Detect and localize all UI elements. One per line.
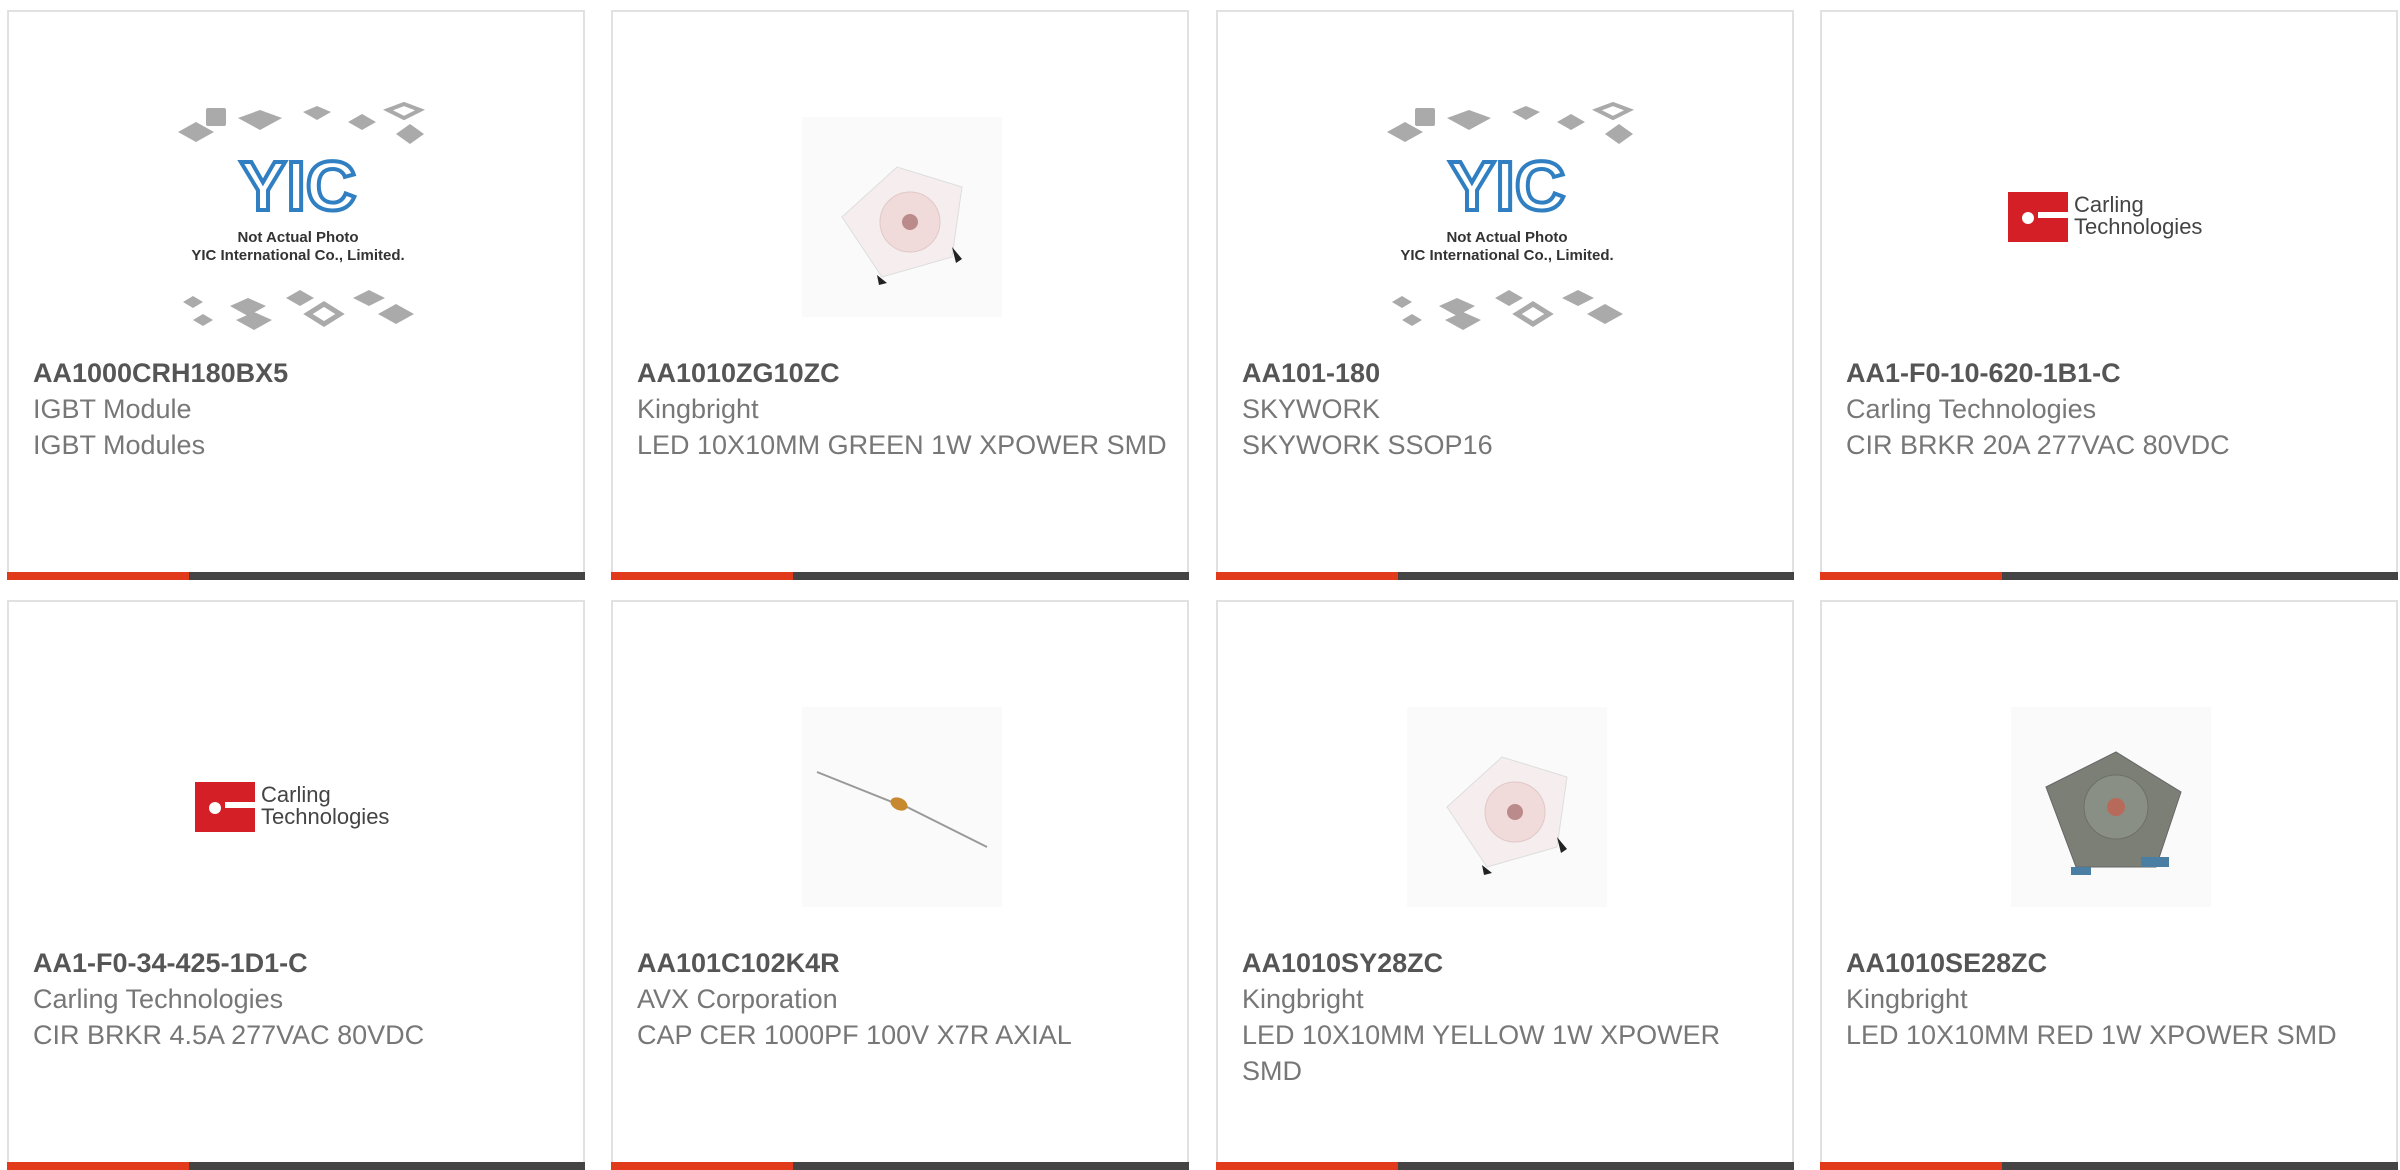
product-image-led[interactable] <box>1357 672 1657 942</box>
product-image-capacitor[interactable] <box>752 672 1052 942</box>
part-number[interactable]: AA1-F0-10-620-1B1-C <box>1846 355 2376 391</box>
manufacturer: Kingbright <box>1846 984 1968 1014</box>
svg-text:YIC: YIC <box>240 147 357 225</box>
card-bottom-bar <box>611 1162 1189 1170</box>
placeholder-line-2: YIC International Co., Limited. <box>191 247 404 264</box>
description: IGBT Modules <box>33 430 206 460</box>
manufacturer: Carling Technologies <box>33 984 284 1014</box>
product-image-logo[interactable]: Carling Technologies <box>1961 82 2261 352</box>
part-number[interactable]: AA101-180 <box>1242 355 1772 391</box>
product-image-placeholder[interactable]: YIC Not Actual Photo YIC International C… <box>1357 82 1657 352</box>
product-card[interactable]: AA1010ZG10ZC Kingbright LED 10X10MM GREE… <box>611 10 1189 580</box>
description: CIR BRKR 20A 277VAC 80VDC <box>1846 430 2230 460</box>
product-card[interactable]: Carling Technologies AA1-F0-34-425-1D1-C… <box>7 600 585 1170</box>
card-bottom-bar <box>7 1162 585 1170</box>
product-image-led[interactable] <box>1961 672 2261 942</box>
placeholder-line-1: Not Actual Photo <box>237 229 358 246</box>
product-image-logo[interactable]: Carling Technologies <box>148 672 448 942</box>
manufacturer: Kingbright <box>1242 984 1364 1014</box>
part-number[interactable]: AA1010SY28ZC <box>1242 945 1772 981</box>
description: LED 10X10MM GREEN 1W XPOWER SMD <box>637 430 1167 460</box>
product-card[interactable]: AA1010SE28ZC Kingbright LED 10X10MM RED … <box>1820 600 2398 1170</box>
description: LED 10X10MM YELLOW 1W XPOWER SMD <box>1242 1020 1721 1086</box>
svg-text:YIC: YIC <box>1449 147 1566 225</box>
part-number[interactable]: AA1-F0-34-425-1D1-C <box>33 945 563 981</box>
part-number[interactable]: AA1000CRH180BX5 <box>33 355 563 391</box>
part-number[interactable]: AA101C102K4R <box>637 945 1167 981</box>
card-bottom-bar <box>1820 1162 2398 1170</box>
logo-line-2: Technologies <box>261 804 389 829</box>
product-card[interactable]: AA1010SY28ZC Kingbright LED 10X10MM YELL… <box>1216 600 1794 1170</box>
logo-line-2: Technologies <box>2074 214 2202 239</box>
manufacturer: IGBT Module <box>33 394 192 424</box>
product-card[interactable]: AA101C102K4R AVX Corporation CAP CER 100… <box>611 600 1189 1170</box>
description: SKYWORK SSOP16 <box>1242 430 1493 460</box>
card-bottom-bar <box>1216 572 1794 580</box>
placeholder-line-1: Not Actual Photo <box>1446 229 1567 246</box>
product-card[interactable]: YIC Not Actual Photo YIC International C… <box>7 10 585 580</box>
manufacturer: Carling Technologies <box>1846 394 2097 424</box>
product-card[interactable]: YIC Not Actual Photo YIC International C… <box>1216 10 1794 580</box>
product-card[interactable]: Carling Technologies AA1-F0-10-620-1B1-C… <box>1820 10 2398 580</box>
description: LED 10X10MM RED 1W XPOWER SMD <box>1846 1020 2337 1050</box>
manufacturer: AVX Corporation <box>637 984 838 1014</box>
card-bottom-bar <box>611 572 1189 580</box>
part-number[interactable]: AA1010SE28ZC <box>1846 945 2376 981</box>
card-bottom-bar <box>1216 1162 1794 1170</box>
description: CAP CER 1000PF 100V X7R AXIAL <box>637 1020 1072 1050</box>
product-image-placeholder[interactable]: YIC Not Actual Photo YIC International C… <box>148 82 448 352</box>
product-image-led[interactable] <box>752 82 1052 352</box>
placeholder-line-2: YIC International Co., Limited. <box>1400 247 1613 264</box>
card-bottom-bar <box>7 572 585 580</box>
part-number[interactable]: AA1010ZG10ZC <box>637 355 1167 391</box>
manufacturer: Kingbright <box>637 394 759 424</box>
card-bottom-bar <box>1820 572 2398 580</box>
description: CIR BRKR 4.5A 277VAC 80VDC <box>33 1020 425 1050</box>
manufacturer: SKYWORK <box>1242 394 1381 424</box>
